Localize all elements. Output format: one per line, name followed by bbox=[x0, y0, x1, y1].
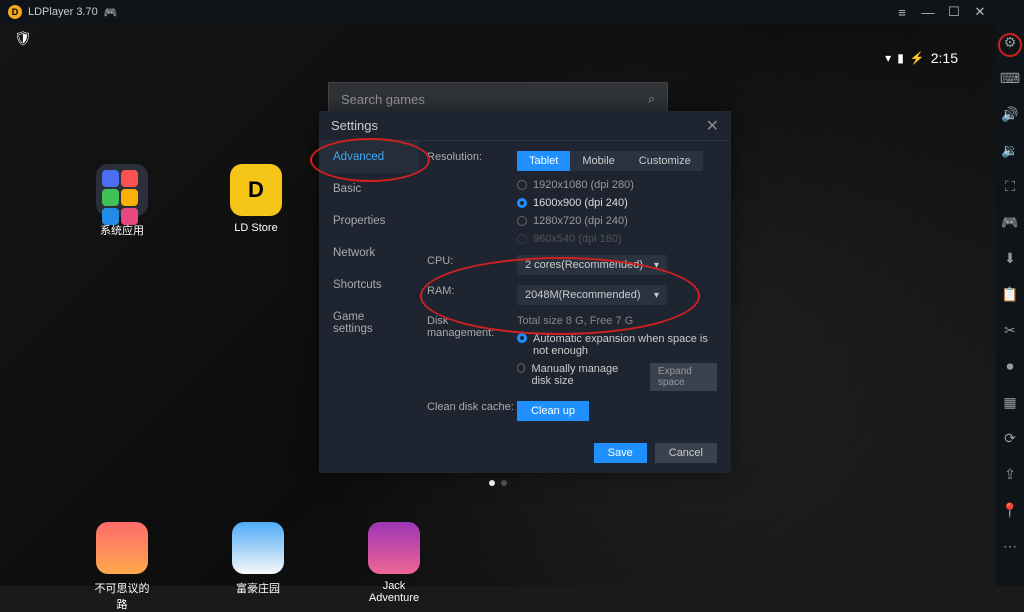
disk-total: Total size 8 G, Free 7 G bbox=[517, 315, 717, 327]
res-opt-720[interactable]: 1280x720 (dpi 240) bbox=[517, 215, 717, 227]
install-icon[interactable]: ⬇ bbox=[1000, 248, 1020, 268]
minimize-icon[interactable]: — bbox=[918, 2, 938, 22]
settings-dialog: Settings ✕ Advanced Basic Properties Net… bbox=[319, 111, 731, 473]
wifi-icon: ▾ bbox=[885, 51, 891, 65]
res-opt-1080[interactable]: 1920x1080 (dpi 280) bbox=[517, 179, 717, 191]
settings-close-icon[interactable]: ✕ bbox=[706, 116, 719, 136]
app-logo: D bbox=[8, 5, 22, 19]
app-label: Jack Adventure bbox=[362, 580, 426, 604]
search-icon: ⌕ bbox=[648, 91, 655, 107]
nav-game-settings[interactable]: Game settings bbox=[319, 301, 419, 345]
res-tab-mobile[interactable]: Mobile bbox=[570, 151, 626, 171]
shield-icon[interactable]: 🛡 bbox=[14, 30, 32, 47]
cpu-label: CPU: bbox=[427, 255, 517, 275]
tool-sidebar: ⚙ ⌨ 🔊 🔉 ⛶ 🎮 ⬇ 📋 ✂ ⏺ ▦ ⟳ ⇪ 📍 ⋯ bbox=[996, 0, 1024, 586]
app-label: 系统应用 bbox=[100, 222, 144, 238]
nav-shortcuts[interactable]: Shortcuts bbox=[319, 269, 419, 301]
location-icon[interactable]: 📍 bbox=[1000, 500, 1020, 520]
cpu-select[interactable]: 2 cores(Recommended)▾ bbox=[517, 255, 667, 275]
search-placeholder: Search games bbox=[341, 92, 425, 107]
chevron-down-icon: ▾ bbox=[654, 260, 659, 271]
app-name: LDPlayer bbox=[28, 6, 73, 18]
save-button[interactable]: Save bbox=[594, 443, 647, 463]
app-ldstore[interactable]: D LD Store bbox=[224, 164, 288, 238]
close-icon[interactable]: ✕ bbox=[970, 2, 990, 22]
chevron-down-icon: ▾ bbox=[654, 290, 659, 301]
disk-label: Disk management: bbox=[427, 315, 517, 391]
cache-label: Clean disk cache: bbox=[427, 401, 517, 421]
menu-icon[interactable]: ≡ bbox=[892, 2, 912, 22]
volume-down-icon[interactable]: 🔉 bbox=[1000, 140, 1020, 160]
app-label: LD Store bbox=[234, 222, 277, 234]
page-indicator bbox=[489, 480, 507, 486]
nav-advanced[interactable]: Advanced bbox=[319, 141, 419, 173]
cleanup-button[interactable]: Clean up bbox=[517, 401, 589, 421]
clock: 2:15 bbox=[931, 50, 958, 66]
app-label: 不可思议的路 bbox=[90, 580, 154, 612]
multi-icon[interactable]: ▦ bbox=[1000, 392, 1020, 412]
battery-icon: ▮ bbox=[897, 51, 904, 65]
res-opt-900[interactable]: 1600x900 (dpi 240) bbox=[517, 197, 717, 209]
settings-title: Settings bbox=[331, 118, 378, 133]
keyboard-icon[interactable]: ⌨ bbox=[1000, 68, 1020, 88]
record-icon[interactable]: ⏺ bbox=[1000, 356, 1020, 376]
maximize-icon[interactable]: ☐ bbox=[944, 2, 964, 22]
more-icon[interactable]: ⋯ bbox=[1000, 536, 1020, 556]
screenshot-icon[interactable]: 📋 bbox=[1000, 284, 1020, 304]
res-opt-540[interactable]: 960x540 (dpi 160) bbox=[517, 233, 717, 245]
gamepad-icon: 🎮 bbox=[104, 6, 118, 19]
disk-manual[interactable]: Manually manage disk sizeExpand space bbox=[517, 363, 717, 391]
cancel-button[interactable]: Cancel bbox=[655, 443, 717, 463]
app-game3[interactable]: Jack Adventure bbox=[362, 522, 426, 612]
resolution-label: Resolution: bbox=[427, 151, 517, 245]
ram-select[interactable]: 2048M(Recommended)▾ bbox=[517, 285, 667, 305]
keymap-icon[interactable]: 🎮 bbox=[1000, 212, 1020, 232]
nav-basic[interactable]: Basic bbox=[319, 173, 419, 205]
res-tab-customize[interactable]: Customize bbox=[627, 151, 703, 171]
app-label: 富豪庄园 bbox=[236, 580, 280, 596]
res-tab-tablet[interactable]: Tablet bbox=[517, 151, 570, 171]
share-icon[interactable]: ⇪ bbox=[1000, 464, 1020, 484]
app-version: 3.70 bbox=[76, 6, 97, 18]
app-game1[interactable]: 不可思议的路 bbox=[90, 522, 154, 612]
gear-icon[interactable]: ⚙ bbox=[1000, 32, 1020, 52]
volume-up-icon[interactable]: 🔊 bbox=[1000, 104, 1020, 124]
nav-network[interactable]: Network bbox=[319, 237, 419, 269]
fullscreen-icon[interactable]: ⛶ bbox=[1000, 176, 1020, 196]
sync-icon[interactable]: ⟳ bbox=[1000, 428, 1020, 448]
nav-properties[interactable]: Properties bbox=[319, 205, 419, 237]
scissors-icon[interactable]: ✂ bbox=[1000, 320, 1020, 340]
charging-icon: ⚡ bbox=[910, 51, 925, 65]
app-system[interactable]: 系统应用 bbox=[90, 164, 154, 238]
app-game2[interactable]: 富豪庄园 bbox=[226, 522, 290, 612]
disk-auto[interactable]: Automatic expansion when space is not en… bbox=[517, 333, 717, 357]
ram-label: RAM: bbox=[427, 285, 517, 305]
expand-space-button[interactable]: Expand space bbox=[650, 363, 717, 391]
